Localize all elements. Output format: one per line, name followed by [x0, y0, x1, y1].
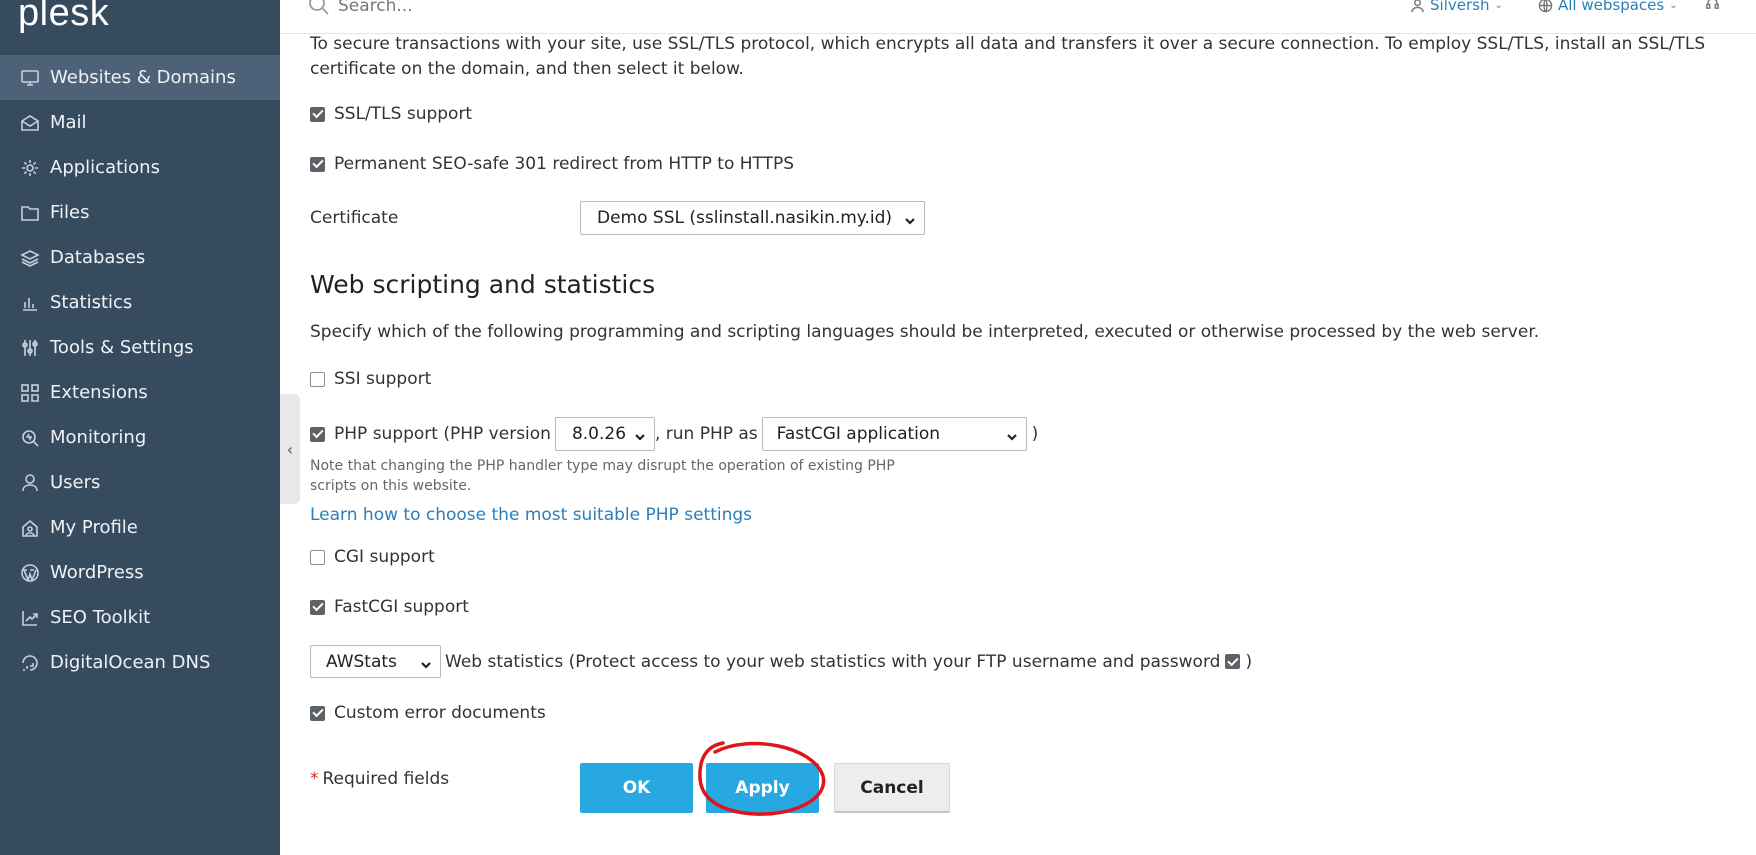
run-php-as-label: , run PHP as [654, 424, 758, 444]
sidebar-item-label: Users [50, 472, 101, 493]
sidebar-item-label: Files [50, 202, 90, 223]
sidebar-item-label: Extensions [50, 382, 148, 403]
https-redirect-checkbox[interactable] [310, 156, 325, 172]
gear-icon [19, 157, 41, 179]
sidebar: plesk Websites & Domains Mail Applicatio… [0, 0, 280, 855]
ssi-label: SSI support [334, 369, 432, 389]
hosting-settings-form: To secure transactions with your site, u… [310, 0, 1756, 855]
sidebar-item-label: Websites & Domains [50, 67, 236, 88]
custom-error-docs-label: Custom error documents [334, 703, 546, 723]
web-stats-label: Web statistics (Protect access to your w… [445, 651, 1221, 672]
ok-button[interactable]: OK [580, 763, 693, 813]
sidebar-item-label: Mail [50, 112, 87, 133]
sidebar-item-label: My Profile [50, 517, 138, 538]
wordpress-icon [19, 562, 41, 584]
sidebar-item-digitalocean-dns[interactable]: DigitalOcean DNS [0, 640, 280, 685]
ssl-support-row: SSL/TLS support [310, 104, 472, 124]
database-layers-icon [19, 247, 41, 269]
required-star: * [310, 769, 319, 789]
php-settings-link[interactable]: Learn how to choose the most suitable PH… [310, 505, 752, 525]
cancel-button[interactable]: Cancel [834, 763, 950, 813]
sidebar-item-monitoring[interactable]: Monitoring [0, 415, 280, 460]
ssl-support-checkbox[interactable] [310, 106, 325, 122]
php-handler-note: Note that changing the PHP handler type … [310, 458, 895, 494]
plesk-logo[interactable]: plesk [18, 0, 109, 35]
fastcgi-row: FastCGI support [310, 597, 469, 617]
chevron-down-icon [634, 428, 646, 441]
sidebar-item-label: DigitalOcean DNS [50, 652, 211, 673]
chevron-down-icon [420, 656, 432, 669]
sidebar-item-mail[interactable]: Mail [0, 100, 280, 145]
sidebar-collapse-handle[interactable]: ‹ [280, 394, 300, 504]
bar-chart-icon [19, 292, 41, 314]
digitalocean-icon [19, 652, 41, 674]
sidebar-item-users[interactable]: Users [0, 460, 280, 505]
php-handler-select[interactable]: FastCGI application [761, 417, 1027, 451]
sidebar-item-databases[interactable]: Databases [0, 235, 280, 280]
protect-stats-checkbox[interactable] [1225, 654, 1241, 669]
certificate-select[interactable]: Demo SSL (sslinstall.nasikin.my.id) [580, 201, 925, 235]
php-close-paren: ) [1031, 424, 1039, 444]
chevron-left-icon: ‹ [286, 439, 294, 459]
ssl-intro-text: To secure transactions with your site, u… [310, 34, 1706, 79]
sidebar-item-wordpress[interactable]: WordPress [0, 550, 280, 595]
web-stats-close-paren: ) [1245, 651, 1253, 672]
cgi-row: CGI support [310, 547, 435, 567]
monitor-icon [19, 67, 41, 89]
sidebar-item-label: Monitoring [50, 427, 147, 448]
chevron-down-icon [1006, 428, 1018, 441]
php-support-label: PHP support (PHP version [334, 424, 551, 444]
sidebar-item-label: Statistics [50, 292, 133, 313]
web-stats-value: AWStats [326, 651, 397, 672]
cgi-checkbox[interactable] [310, 549, 325, 565]
fastcgi-checkbox[interactable] [310, 599, 325, 615]
certificate-label: Certificate [310, 208, 399, 228]
web-stats-row: AWStats Web statistics (Protect access t… [310, 645, 1252, 678]
user-icon [19, 472, 41, 494]
sidebar-item-files[interactable]: Files [0, 190, 280, 235]
mail-icon [19, 112, 41, 134]
certificate-value: Demo SSL (sslinstall.nasikin.my.id) [597, 208, 892, 228]
sidebar-item-tools-settings[interactable]: Tools & Settings [0, 325, 280, 370]
required-fields-label: Required fields [322, 769, 450, 789]
web-stats-select[interactable]: AWStats [310, 645, 441, 678]
sliders-icon [19, 337, 41, 359]
monitoring-icon [19, 427, 41, 449]
extensions-grid-icon [19, 382, 41, 404]
required-fields-note: * Required fields [310, 769, 449, 789]
php-version-value: 8.0.26 [571, 424, 627, 444]
sidebar-item-statistics[interactable]: Statistics [0, 280, 280, 325]
sidebar-item-my-profile[interactable]: My Profile [0, 505, 280, 550]
folder-icon [19, 202, 41, 224]
ssl-support-label: SSL/TLS support [334, 104, 473, 124]
php-handler-value: FastCGI application [776, 424, 941, 444]
ssi-checkbox[interactable] [310, 371, 325, 387]
sidebar-item-seo-toolkit[interactable]: SEO Toolkit [0, 595, 280, 640]
sidebar-item-extensions[interactable]: Extensions [0, 370, 280, 415]
php-version-select[interactable]: 8.0.26 [554, 417, 655, 451]
sidebar-item-label: Databases [50, 247, 146, 268]
cgi-label: CGI support [334, 547, 435, 567]
sidebar-item-label: Tools & Settings [50, 337, 194, 358]
ssi-row: SSI support [310, 369, 431, 389]
php-support-checkbox[interactable] [310, 426, 325, 442]
chevron-down-icon [904, 212, 916, 225]
sidebar-item-applications[interactable]: Applications [0, 145, 280, 190]
sidebar-item-label: Applications [50, 157, 160, 178]
fastcgi-label: FastCGI support [334, 597, 469, 617]
redirect-row: Permanent SEO-safe 301 redirect from HTT… [310, 154, 794, 174]
php-row: PHP support (PHP version 8.0.26 , run PH… [310, 417, 1038, 451]
seo-chart-icon [19, 607, 41, 629]
section-description: Specify which of the following programmi… [310, 322, 1540, 342]
profile-icon [19, 517, 41, 539]
https-redirect-label: Permanent SEO-safe 301 redirect from HTT… [334, 154, 795, 174]
section-title: Web scripting and statistics [310, 270, 656, 299]
error-docs-row: Custom error documents [310, 703, 546, 723]
custom-error-docs-checkbox[interactable] [310, 705, 325, 721]
apply-button[interactable]: Apply [706, 763, 819, 813]
sidebar-item-label: SEO Toolkit [50, 607, 151, 628]
sidebar-item-label: WordPress [50, 562, 144, 583]
sidebar-item-websites-domains[interactable]: Websites & Domains [0, 55, 280, 100]
